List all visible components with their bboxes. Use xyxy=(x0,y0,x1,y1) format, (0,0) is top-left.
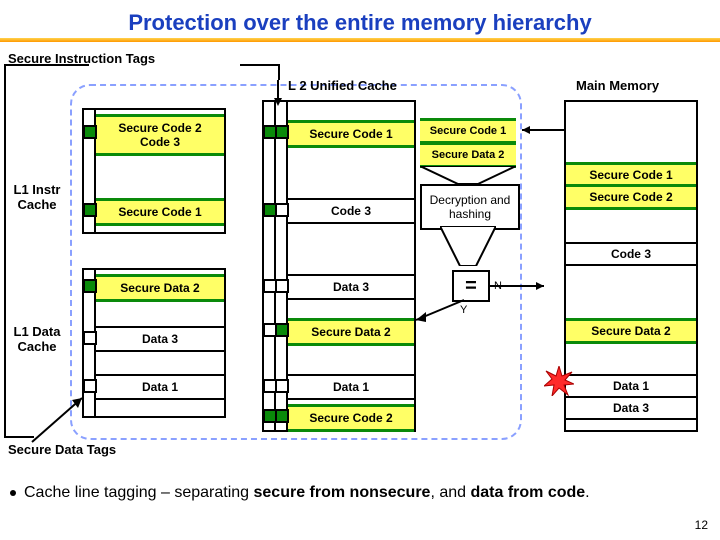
l2-row-sc1: Secure Code 1 xyxy=(288,120,414,148)
label-l1-instr: L1 Instr Cache xyxy=(6,182,68,212)
sit-top-right xyxy=(240,64,280,66)
sdt-arrow xyxy=(32,394,88,442)
l1d-tag0 xyxy=(83,279,97,293)
arrow-mm-to-chip xyxy=(518,126,564,136)
sit-bottom xyxy=(4,436,34,438)
bullet-b1: secure from nonsecure xyxy=(254,484,431,501)
l2-cache: Secure Code 1 Code 3 Data 3 Secure Data … xyxy=(262,100,416,432)
l1d-tag1 xyxy=(83,331,97,345)
l1i-tag0 xyxy=(83,125,97,139)
label-main-memory: Main Memory xyxy=(576,78,659,93)
compare-box: = xyxy=(452,270,490,302)
bullet-mid: , and xyxy=(430,484,470,501)
main-memory: Secure Code 1 Secure Code 2 Code 3 Secur… xyxy=(564,100,698,432)
slide-title: Protection over the entire memory hierar… xyxy=(0,0,720,38)
label-sdt: Secure Data Tags xyxy=(8,442,116,457)
label-l1-data: L1 Data Cache xyxy=(6,324,68,354)
decryption-box: Decryption and hashing xyxy=(420,184,520,230)
funnel-icon-2 xyxy=(440,226,496,266)
sit-top-left xyxy=(4,64,89,66)
label-l2: L 2 Unified Cache xyxy=(288,78,397,93)
l1d-tag2 xyxy=(83,379,97,393)
mm-sd2: Secure Data 2 xyxy=(566,318,696,344)
bullet-dot-icon xyxy=(10,490,16,496)
l1i-row0-line1: Secure Code 2 xyxy=(118,121,201,135)
bullet-pre: Cache line tagging – separating xyxy=(24,484,254,501)
l1d-row1: Data 3 xyxy=(96,326,224,352)
onchip-label-sc1: Secure Code 1 xyxy=(420,118,516,144)
starburst-icon xyxy=(544,366,574,396)
mm-data3: Data 3 xyxy=(566,396,696,420)
slide-number: 12 xyxy=(695,518,708,532)
bullet-b2: data from code xyxy=(470,484,585,501)
l1d-row0: Secure Data 2 xyxy=(96,274,224,302)
mm-data1: Data 1 xyxy=(566,374,696,398)
onchip-label-sd2: Secure Data 2 xyxy=(420,142,516,168)
l1-data-cache: Secure Data 2 Data 3 Data 1 xyxy=(82,268,226,418)
l2-row-data3: Data 3 xyxy=(288,274,414,300)
arrow-y xyxy=(414,300,464,324)
sit-arrow xyxy=(272,80,284,108)
l2-row-sd2: Secure Data 2 xyxy=(288,318,414,346)
sit-right-drop xyxy=(278,64,280,80)
l2-t4b xyxy=(275,323,289,337)
sit-left xyxy=(4,64,6,436)
mm-code3: Code 3 xyxy=(566,242,696,266)
l2-row-code3: Code 3 xyxy=(288,198,414,224)
l1-instr-cache: Secure Code 2 Code 3 Secure Code 1 xyxy=(82,108,226,234)
arrow-n xyxy=(488,282,548,298)
l2-t6b xyxy=(275,409,289,423)
mm-sc2: Secure Code 2 xyxy=(566,184,696,210)
l2-row-data1: Data 1 xyxy=(288,374,414,400)
l2-row-sc2: Secure Code 2 xyxy=(288,404,414,432)
diagram-stage: Secure Instruction Tags L1 Instr Cache L… xyxy=(0,42,720,462)
bullet-post: . xyxy=(585,484,589,501)
l1d-row2: Data 1 xyxy=(96,374,224,400)
l2-t2b xyxy=(275,203,289,217)
l1i-row0-line2: Code 3 xyxy=(140,135,180,149)
l2-t3b xyxy=(275,279,289,293)
l1i-tag1 xyxy=(83,203,97,217)
l2-t5b xyxy=(275,379,289,393)
funnel-icon xyxy=(420,166,516,184)
bullet-text: Cache line tagging – separating secure f… xyxy=(24,484,700,502)
l1i-row1: Secure Code 1 xyxy=(96,198,224,226)
l2-t1b xyxy=(275,125,289,139)
l1i-row0: Secure Code 2 Code 3 xyxy=(96,114,224,156)
